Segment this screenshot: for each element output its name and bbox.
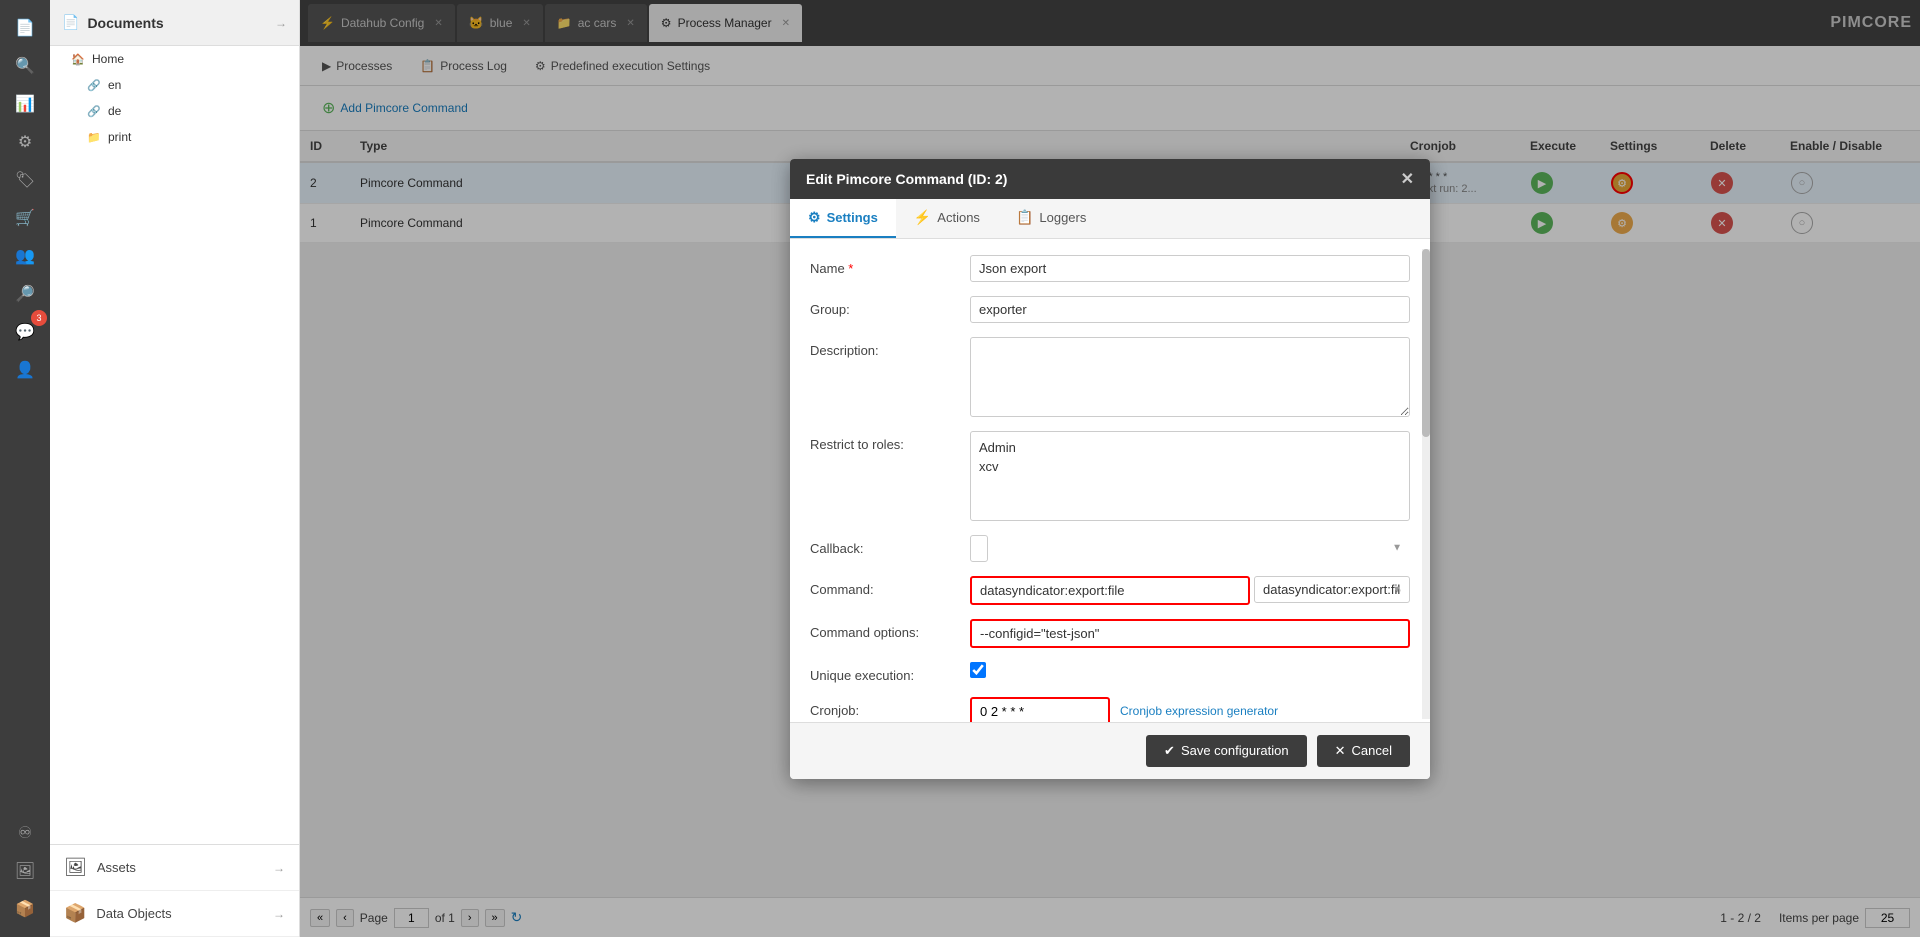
command-label: Command: (810, 576, 970, 597)
settings-icon[interactable]: ⚙ (7, 124, 43, 160)
users-icon[interactable]: 👥 (7, 238, 43, 274)
modal-tab-actions[interactable]: ⚡ Actions (896, 199, 998, 238)
sidebar: 📄 🔍 📊 ⚙ 🏷 🛒 👥 🔎 💬 3 👤 ♾ 🖼 📦 (0, 0, 50, 937)
command-options-field-row: Command options: (810, 619, 1410, 648)
tag-icon[interactable]: 🏷 (7, 162, 43, 198)
workflow-icon[interactable]: ♾ (7, 815, 43, 851)
left-panel: 📄 Documents → 🏠 Home 🔗 en 🔗 de 📁 print 🖼… (50, 0, 300, 937)
assets-icon[interactable]: 🖼 (7, 853, 43, 889)
document-icon: 📄 (62, 14, 79, 31)
link-icon-de: 🔗 (86, 103, 102, 119)
command-field-row: Command: datasyndicator:export:file ▼ (810, 576, 1410, 605)
callback-dropdown-arrow: ▼ (1392, 543, 1402, 554)
modal-scrollbar[interactable] (1422, 249, 1430, 719)
assets-arrow: → (273, 861, 285, 875)
description-field-row: Description: (810, 337, 1410, 417)
roles-box: Admin xcv (970, 431, 1410, 521)
profile-icon[interactable]: 👤 (7, 352, 43, 388)
loggers-tab-icon: 📋 (1016, 209, 1033, 226)
analytics-icon[interactable]: 📊 (7, 86, 43, 122)
tree-item-de[interactable]: 🔗 de (50, 98, 299, 124)
chat-icon[interactable]: 💬 3 (7, 314, 43, 350)
name-label: Name (810, 255, 970, 276)
cronjob-generator-link[interactable]: Cronjob expression generator (1120, 704, 1278, 718)
callback-field-row: Callback: ▼ (810, 535, 1410, 562)
callback-dropdown[interactable] (970, 535, 988, 562)
cronjob-field: Cronjob expression generator (970, 697, 1410, 722)
cancel-x-icon: ✕ (1335, 743, 1346, 759)
modal-close-btn[interactable]: ✕ (1401, 169, 1414, 189)
left-panel-bottom: 🖼 Assets → 📦 Data Objects → (50, 844, 299, 937)
objects-nav-item[interactable]: 📦 Data Objects → (50, 891, 299, 937)
unique-execution-field-row: Unique execution: (810, 662, 1410, 683)
group-input[interactable] (970, 296, 1410, 323)
cancel-button[interactable]: ✕ Cancel (1317, 735, 1410, 767)
cronjob-field-row: Cronjob: Cronjob expression generator (810, 697, 1410, 722)
save-check-icon: ✔ (1164, 743, 1175, 759)
command-dropdown[interactable]: datasyndicator:export:file (1254, 576, 1410, 603)
chat-badge: 3 (31, 310, 47, 326)
modal-overlay: Edit Pimcore Command (ID: 2) ✕ ⚙ Setting… (300, 0, 1920, 937)
collapse-arrow[interactable]: → (275, 16, 287, 30)
command-options-label: Command options: (810, 619, 970, 640)
home-icon: 🏠 (70, 51, 86, 67)
modal-footer: ✔ Save configuration ✕ Cancel (790, 722, 1430, 779)
modal-tab-settings[interactable]: ⚙ Settings (790, 199, 896, 238)
left-panel-title: 📄 Documents (62, 14, 164, 31)
unique-execution-checkbox[interactable] (970, 662, 986, 678)
tree-item-home[interactable]: 🏠 Home (50, 46, 299, 72)
link-icon-en: 🔗 (86, 77, 102, 93)
edit-modal: Edit Pimcore Command (ID: 2) ✕ ⚙ Setting… (790, 159, 1430, 779)
actions-tab-icon: ⚡ (914, 209, 931, 226)
cronjob-label: Cronjob: (810, 697, 970, 718)
modal-tab-loggers[interactable]: 📋 Loggers (998, 199, 1104, 238)
modal-scrollbar-thumb (1422, 249, 1430, 437)
save-configuration-button[interactable]: ✔ Save configuration (1146, 735, 1307, 767)
modal-title: Edit Pimcore Command (ID: 2) (806, 171, 1007, 187)
left-panel-header: 📄 Documents → (50, 0, 299, 46)
group-field-row: Group: (810, 296, 1410, 323)
assets-nav-item[interactable]: 🖼 Assets → (50, 845, 299, 891)
roles-field-row: Restrict to roles: Admin xcv (810, 431, 1410, 521)
callback-label: Callback: (810, 535, 970, 556)
objects-icon[interactable]: 📦 (7, 891, 43, 927)
unique-execution-label: Unique execution: (810, 662, 970, 683)
modal-body: Name Group: Description: Restrict to rol… (790, 239, 1430, 722)
cronjob-input[interactable] (970, 697, 1110, 722)
group-label: Group: (810, 296, 970, 317)
description-label: Description: (810, 337, 970, 358)
name-input[interactable] (970, 255, 1410, 282)
search2-icon[interactable]: 🔎 (7, 276, 43, 312)
command-input[interactable] (970, 576, 1250, 605)
documents-icon[interactable]: 📄 (7, 10, 43, 46)
description-input[interactable] (970, 337, 1410, 417)
role-admin: Admin (979, 438, 1401, 457)
command-options-input[interactable] (970, 619, 1410, 648)
role-xcv: xcv (979, 457, 1401, 476)
modal-header: Edit Pimcore Command (ID: 2) ✕ (790, 159, 1430, 199)
tree-item-print[interactable]: 📁 print (50, 124, 299, 150)
cart-icon[interactable]: 🛒 (7, 200, 43, 236)
modal-tabs: ⚙ Settings ⚡ Actions 📋 Loggers (790, 199, 1430, 239)
objects-nav-icon: 📦 (64, 903, 86, 924)
folder-icon-print: 📁 (86, 129, 102, 145)
settings-tab-icon: ⚙ (808, 209, 821, 226)
name-field-row: Name (810, 255, 1410, 282)
tree-item-en[interactable]: 🔗 en (50, 72, 299, 98)
objects-arrow: → (273, 907, 285, 921)
roles-label: Restrict to roles: (810, 431, 970, 452)
search-icon[interactable]: 🔍 (7, 48, 43, 84)
assets-nav-icon: 🖼 (64, 857, 87, 878)
